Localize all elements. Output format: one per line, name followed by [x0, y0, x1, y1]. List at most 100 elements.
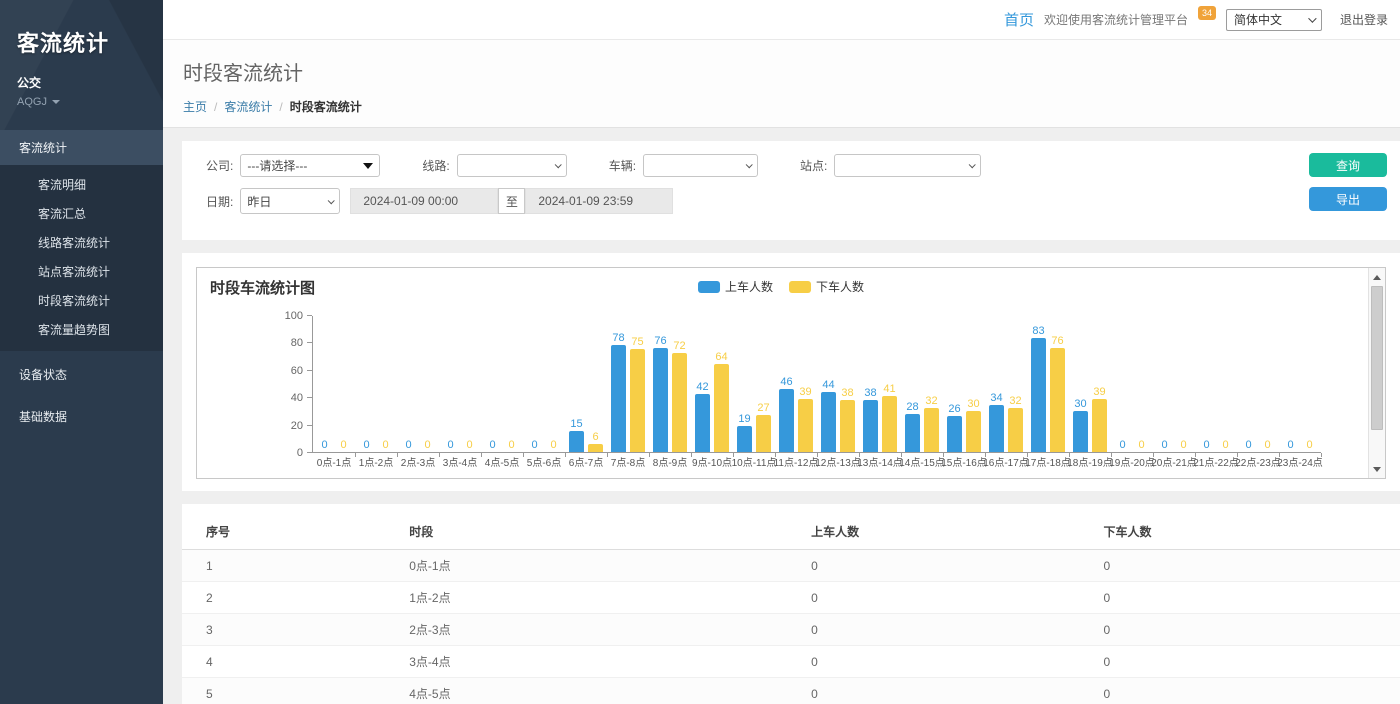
- bar[interactable]: [882, 396, 897, 452]
- bar[interactable]: [840, 400, 855, 452]
- bar[interactable]: [569, 431, 584, 452]
- legend-swatch: [789, 281, 811, 293]
- bar-value-label: 0: [1161, 439, 1167, 451]
- bar-value-label: 46: [780, 376, 792, 388]
- bar[interactable]: [672, 353, 687, 452]
- table-row[interactable]: 54点-5点00: [182, 678, 1400, 704]
- table-row[interactable]: 32点-3点00: [182, 614, 1400, 646]
- bar[interactable]: [1008, 408, 1023, 452]
- bar[interactable]: [756, 415, 771, 452]
- sidebar-item[interactable]: 基础数据: [0, 398, 163, 435]
- notification-badge[interactable]: 34: [1198, 6, 1216, 20]
- bar[interactable]: [611, 345, 626, 452]
- table-row[interactable]: 10点-1点00: [182, 550, 1400, 582]
- data-table-card: 序号时段上车人数下车人数 10点-1点0021点-2点0032点-3点0043点…: [182, 504, 1400, 704]
- page-title: 时段客流统计: [183, 57, 1380, 86]
- x-axis-label: 2点-3点: [401, 454, 435, 469]
- table-row[interactable]: 43点-4点00: [182, 646, 1400, 678]
- bar[interactable]: [924, 408, 939, 452]
- legend-item[interactable]: 上车人数: [698, 278, 773, 295]
- bar-value-label: 0: [508, 439, 514, 451]
- bar-column: 44: [821, 315, 836, 452]
- bar-value-label: 72: [673, 340, 685, 352]
- bar-column: 83: [1031, 315, 1046, 452]
- scroll-up-icon[interactable]: [1369, 269, 1385, 285]
- bar[interactable]: [1092, 399, 1107, 452]
- bar-value-label: 0: [447, 439, 453, 451]
- bar-group: 0021点-22点: [1195, 315, 1237, 452]
- sidebar-subitem[interactable]: 站点客流统计: [0, 257, 163, 286]
- x-axis-label: 5点-6点: [527, 454, 561, 469]
- bar-column: 32: [1008, 315, 1023, 452]
- date-range: 2024-01-09 00:00 至 2024-01-09 23:59: [350, 188, 673, 214]
- bar[interactable]: [695, 394, 710, 452]
- legend-label: 下车人数: [816, 278, 864, 295]
- bar-group: 283214点-15点: [901, 315, 943, 452]
- bar[interactable]: [630, 349, 645, 452]
- language-select[interactable]: 简体中文: [1226, 9, 1322, 31]
- language-select-value: 简体中文: [1234, 11, 1282, 28]
- query-button[interactable]: 查询: [1309, 153, 1387, 177]
- breadcrumb: 主页/客流统计/时段客流统计: [183, 98, 1380, 115]
- bar[interactable]: [588, 444, 603, 452]
- sidebar-subitem[interactable]: 线路客流统计: [0, 228, 163, 257]
- sidebar-subitem[interactable]: 客流量趋势图: [0, 315, 163, 344]
- bar[interactable]: [863, 400, 878, 452]
- bar[interactable]: [947, 416, 962, 452]
- legend-item[interactable]: 下车人数: [789, 278, 864, 295]
- bar[interactable]: [1073, 411, 1088, 452]
- bar[interactable]: [714, 364, 729, 452]
- breadcrumb-link[interactable]: 客流统计: [224, 98, 272, 115]
- bar[interactable]: [966, 411, 981, 452]
- scroll-down-icon[interactable]: [1369, 461, 1385, 477]
- bar-column: 0: [1241, 315, 1256, 452]
- export-button[interactable]: 导出: [1309, 187, 1387, 211]
- sidebar-subitem[interactable]: 时段客流统计: [0, 286, 163, 315]
- station-select[interactable]: [834, 154, 981, 177]
- sidebar-subitem[interactable]: 客流汇总: [0, 199, 163, 228]
- bar-column: 34: [989, 315, 1004, 452]
- bar[interactable]: [798, 399, 813, 452]
- bar-column: 26: [947, 315, 962, 452]
- y-axis-tick-label: 20: [291, 420, 303, 432]
- bar-value-label: 0: [1306, 439, 1312, 451]
- bar[interactable]: [821, 392, 836, 452]
- legend-label: 上车人数: [725, 278, 773, 295]
- date-preset-value: 昨日: [247, 193, 271, 210]
- org-selector[interactable]: AQGJ: [17, 96, 60, 108]
- company-select[interactable]: ---请选择---: [240, 154, 380, 177]
- table-cell: 0: [1095, 550, 1400, 582]
- bar[interactable]: [779, 389, 794, 452]
- table-row[interactable]: 21点-2点00: [182, 582, 1400, 614]
- table-column-header: 序号: [182, 514, 401, 550]
- x-axis-label: 9点-10点: [692, 454, 732, 469]
- bar[interactable]: [1031, 338, 1046, 452]
- breadcrumb-link[interactable]: 主页: [183, 98, 207, 115]
- bar[interactable]: [737, 426, 752, 452]
- bar-group: 463911点-12点: [775, 315, 817, 452]
- bar[interactable]: [653, 348, 668, 452]
- bar[interactable]: [905, 414, 920, 452]
- bar-column: 39: [1092, 315, 1107, 452]
- date-preset-select[interactable]: 昨日: [240, 188, 340, 214]
- bar[interactable]: [1050, 348, 1065, 452]
- bar-value-label: 41: [883, 383, 895, 395]
- vehicle-select[interactable]: [643, 154, 758, 177]
- org-name: 公交: [17, 74, 146, 91]
- bar[interactable]: [989, 405, 1004, 452]
- date-to-input[interactable]: 2024-01-09 23:59: [525, 188, 673, 214]
- home-link[interactable]: 首页: [1004, 9, 1034, 30]
- sidebar-item[interactable]: 设备状态: [0, 356, 163, 393]
- x-axis-label: 10点-11点: [732, 454, 777, 469]
- bar-value-label: 0: [321, 439, 327, 451]
- chart-scrollbar[interactable]: [1368, 268, 1385, 478]
- sidebar-section-passenger-stats[interactable]: 客流统计: [0, 130, 163, 165]
- line-select[interactable]: [457, 154, 567, 177]
- chevron-down-icon: [554, 161, 561, 168]
- logout-link[interactable]: 退出登录: [1340, 11, 1388, 28]
- sidebar-subitem[interactable]: 客流明细: [0, 170, 163, 199]
- date-from-input[interactable]: 2024-01-09 00:00: [350, 188, 498, 214]
- bar-value-label: 64: [715, 351, 727, 363]
- bar-value-label: 0: [340, 439, 346, 451]
- scrollbar-thumb[interactable]: [1371, 286, 1383, 430]
